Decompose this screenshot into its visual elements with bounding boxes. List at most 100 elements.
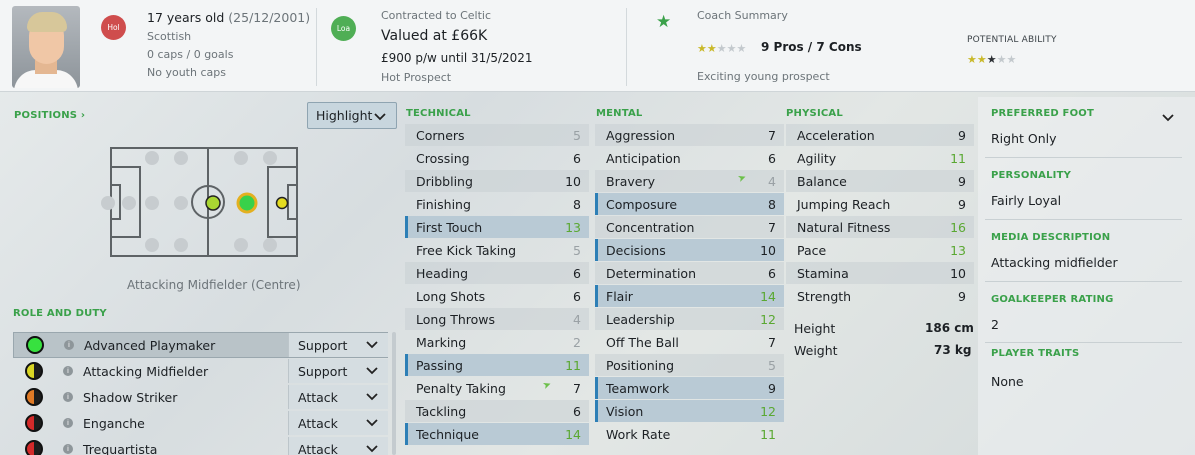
attribute-row[interactable]: Long Shots 6: [405, 285, 589, 307]
attribute-row[interactable]: Vision 12: [595, 400, 784, 422]
contract-badge[interactable]: Loa: [331, 16, 356, 41]
attribute-name: Acceleration: [797, 127, 875, 143]
chevron-down-icon: [366, 445, 378, 453]
nationality[interactable]: Scottish: [147, 30, 191, 43]
attribute-name: Free Kick Taking: [416, 242, 517, 258]
attribute-row[interactable]: Positioning 5: [595, 354, 784, 376]
highlight-dropdown[interactable]: Highlight: [307, 102, 397, 129]
highlight-label: Highlight: [316, 108, 373, 123]
player-traits-label: PLAYER TRAITS: [991, 348, 1080, 359]
coach-summary-title[interactable]: Coach Summary: [697, 9, 788, 22]
attribute-row[interactable]: First Touch 13: [405, 216, 589, 238]
attribute-value: 5: [768, 357, 776, 373]
attribute-row[interactable]: Natural Fitness 16: [786, 216, 974, 238]
divider: [985, 219, 1182, 220]
attribute-row[interactable]: ➤ Bravery 4: [595, 170, 784, 192]
height-value: 186 cm: [925, 321, 974, 335]
attribute-row[interactable]: Aggression 7: [595, 124, 784, 146]
potential-rating-stars: ★★★★★: [967, 51, 1016, 66]
star-half-icon: ★: [706, 42, 717, 55]
attribute-name: Aggression: [606, 127, 676, 143]
duty-dropdown[interactable]: Attack: [288, 411, 388, 435]
player-photo: [12, 6, 80, 88]
chevron-down-icon: [374, 113, 386, 121]
attribute-row[interactable]: Tackling 6: [405, 400, 589, 422]
info-icon[interactable]: i: [63, 366, 73, 376]
attribute-row[interactable]: Flair 14: [595, 285, 784, 307]
divider: [985, 157, 1182, 158]
duty-dropdown[interactable]: Support: [288, 359, 388, 383]
attribute-value: 9: [958, 173, 966, 189]
attribute-row[interactable]: Long Throws 4: [405, 308, 589, 330]
attribute-row[interactable]: Finishing 8: [405, 193, 589, 215]
duty-dropdown[interactable]: Attack: [288, 385, 388, 409]
attribute-row[interactable]: Dribbling 10: [405, 170, 589, 192]
attribute-value: 7: [573, 380, 581, 396]
attribute-row[interactable]: Heading 6: [405, 262, 589, 284]
player-dob: (25/12/2001): [228, 10, 311, 25]
attribute-value: 7: [768, 127, 776, 143]
attribute-row[interactable]: Teamwork 9: [595, 377, 784, 399]
attribute-row[interactable]: Corners 5: [405, 124, 589, 146]
position-name: Attacking Midfielder (Centre): [127, 278, 301, 292]
role-scrollbar[interactable]: [392, 332, 396, 455]
attribute-name: Penalty Taking: [416, 380, 506, 396]
attribute-row[interactable]: Agility 11: [786, 147, 974, 169]
info-icon[interactable]: i: [63, 418, 73, 428]
attribute-name: Passing: [416, 357, 463, 373]
attribute-row[interactable]: Work Rate 11: [595, 423, 784, 445]
attribute-row[interactable]: Crossing 6: [405, 147, 589, 169]
attribute-row[interactable]: Acceleration 9: [786, 124, 974, 146]
attribute-row[interactable]: Concentration 7: [595, 216, 784, 238]
positions-header[interactable]: POSITIONS ›: [14, 110, 85, 121]
info-icon[interactable]: i: [64, 340, 74, 350]
attribute-row[interactable]: Determination 6: [595, 262, 784, 284]
attribute-row[interactable]: Anticipation 6: [595, 147, 784, 169]
info-icon[interactable]: i: [63, 444, 73, 454]
attribute-value: 6: [768, 265, 776, 281]
attribute-row[interactable]: Decisions 10: [595, 239, 784, 261]
attribute-value: 6: [573, 150, 581, 166]
coach-pros-cons: 9 Pros / 7 Cons: [761, 40, 862, 54]
attribute-value: 7: [768, 334, 776, 350]
attribute-row[interactable]: Stamina 10: [786, 262, 974, 284]
chevron-down-icon: [366, 367, 378, 375]
duty-dropdown[interactable]: Support: [288, 333, 388, 357]
info-icon[interactable]: i: [63, 392, 73, 402]
attribute-row[interactable]: Composure 8: [595, 193, 784, 215]
attribute-row[interactable]: Technique 14: [405, 423, 589, 445]
attribute-name: Teamwork: [606, 380, 670, 396]
coach-note: Exciting young prospect: [697, 70, 830, 83]
star-icon: ★: [736, 42, 747, 55]
attribute-row[interactable]: Balance 9: [786, 170, 974, 192]
attribute-value: 11: [565, 357, 581, 373]
attribute-row[interactable]: Marking 2: [405, 331, 589, 353]
divider: [985, 342, 1182, 343]
nationality-badge[interactable]: Hol: [101, 15, 126, 40]
position-dots: [101, 151, 289, 252]
attribute-name: Natural Fitness: [797, 219, 891, 235]
attribute-row[interactable]: Passing 11: [405, 354, 589, 376]
attribute-row[interactable]: Jumping Reach 9: [786, 193, 974, 215]
attribute-row[interactable]: Pace 13: [786, 239, 974, 261]
attribute-name: Decisions: [606, 242, 666, 258]
preferred-foot: Right Only: [991, 131, 1057, 146]
weight-value: 73 kg: [934, 343, 972, 357]
role-suitability-icon: [25, 388, 43, 406]
attribute-row[interactable]: ➤ Penalty Taking 7: [405, 377, 589, 399]
coach-rating-stars: ★★★★★: [697, 40, 746, 55]
duty-dropdown[interactable]: Attack: [288, 437, 388, 455]
attribute-value: 5: [573, 127, 581, 143]
attribute-row[interactable]: Leadership 12: [595, 308, 784, 330]
contract-club[interactable]: Contracted to Celtic: [381, 9, 491, 22]
duty-label: Support: [298, 363, 348, 379]
media-description: Attacking midfielder: [991, 255, 1118, 270]
chevron-down-icon[interactable]: [1162, 114, 1174, 122]
attribute-name: Vision: [606, 403, 644, 419]
attribute-row[interactable]: Strength 9: [786, 285, 974, 307]
attribute-row[interactable]: Off The Ball 7: [595, 331, 784, 353]
role-suitability-icon: [25, 362, 43, 380]
attribute-value: 12: [760, 311, 776, 327]
attribute-row[interactable]: Free Kick Taking 5: [405, 239, 589, 261]
attribute-name: Flair: [606, 288, 633, 304]
